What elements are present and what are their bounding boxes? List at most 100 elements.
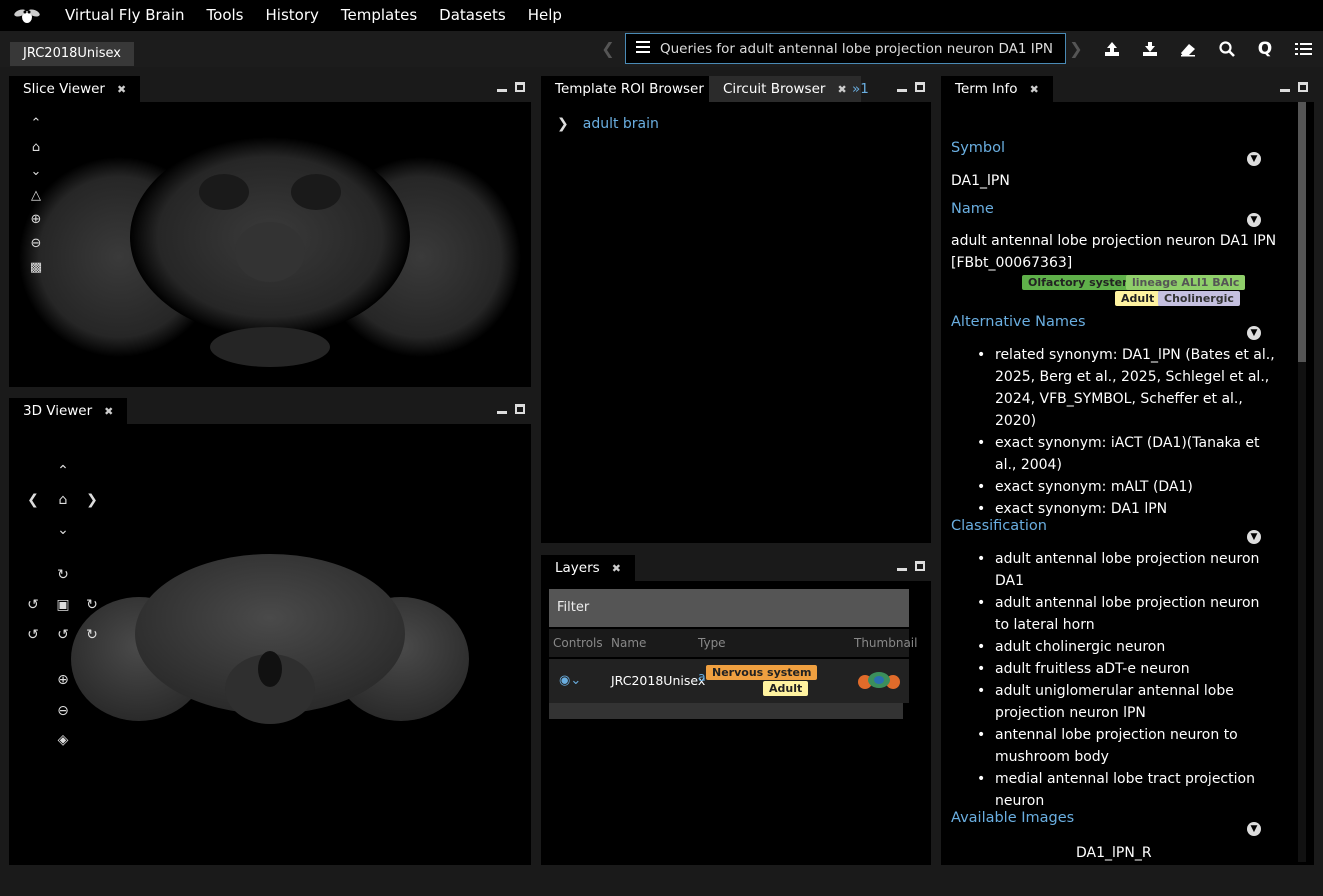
tree-item-adult-brain[interactable]: ❯ adult brain: [557, 116, 659, 132]
3d-canvas[interactable]: ⌃ ❮ ⌂ ❯ ⌄ ↻ ↺ ▣ ↻ ↺ ↺ ↻ ⊕ ⊖ ◈: [9, 424, 531, 865]
hamburger-icon: [636, 40, 650, 57]
list-item: exact synonym: DA1 lPN: [977, 498, 1277, 520]
chevron-right-icon[interactable]: ❯: [557, 116, 569, 132]
minimize-icon[interactable]: [897, 563, 907, 571]
list-item: related synonym: DA1_lPN (Bates et al., …: [977, 344, 1277, 432]
pan-down-icon[interactable]: ⌄: [53, 520, 73, 540]
maximize-icon[interactable]: [1298, 82, 1308, 92]
tab-slice-viewer[interactable]: Slice Viewer ✖: [9, 76, 141, 102]
close-icon[interactable]: ✖: [1030, 83, 1039, 96]
filter-input[interactable]: Filter: [549, 589, 909, 627]
close-icon[interactable]: ✖: [104, 405, 113, 418]
minimize-icon[interactable]: [497, 84, 507, 92]
badge-adult: Adult: [763, 681, 809, 696]
menu-help[interactable]: Help: [517, 0, 573, 31]
query-selector[interactable]: Queries for adult antennal lobe projecti…: [625, 33, 1066, 64]
home-icon[interactable]: ⌂: [27, 138, 45, 156]
rotate-ccw-icon[interactable]: ↺: [23, 625, 43, 645]
close-icon[interactable]: ✖: [117, 83, 126, 96]
query-icon[interactable]: Q: [1255, 39, 1275, 59]
list-item[interactable]: adult antennal lobe projection neuron DA…: [977, 548, 1267, 592]
history-back-icon[interactable]: ❮: [601, 40, 615, 58]
maximize-icon[interactable]: [915, 82, 925, 92]
minimize-icon[interactable]: [497, 406, 507, 414]
list-item[interactable]: adult uniglomerular antennal lobe projec…: [977, 680, 1267, 724]
tab-overflow[interactable]: »1: [838, 76, 883, 102]
thumbnail-image[interactable]: [857, 671, 901, 691]
tag-adult[interactable]: Adult: [1115, 291, 1161, 306]
visibility-toggle-icon[interactable]: ◉⌄: [559, 673, 581, 688]
alt-names-list: related synonym: DA1_lPN (Bates et al., …: [977, 344, 1277, 520]
menu-tools[interactable]: Tools: [196, 0, 255, 31]
eraser-icon[interactable]: [1178, 39, 1198, 59]
maximize-icon[interactable]: [915, 561, 925, 571]
menu-datasets[interactable]: Datasets: [428, 0, 517, 31]
vertical-scrollbar[interactable]: [1298, 102, 1306, 862]
tag-lineage[interactable]: lineage ALl1 BAlc: [1126, 275, 1246, 290]
list-item[interactable]: antennal lobe projection neuron to mushr…: [977, 724, 1267, 768]
pan-up-icon[interactable]: ⌃: [27, 114, 45, 132]
maximize-icon[interactable]: [515, 404, 525, 414]
chevron-down-icon[interactable]: ▼: [1247, 152, 1261, 166]
query-text: Queries for adult antennal lobe projecti…: [660, 40, 1054, 57]
rotate-left-icon[interactable]: ↺: [23, 595, 43, 615]
list-icon[interactable]: [1293, 39, 1313, 59]
tab-3d-viewer[interactable]: 3D Viewer ✖: [9, 398, 128, 424]
chevron-down-icon[interactable]: ▼: [1247, 530, 1261, 544]
zoom-in-icon[interactable]: ⊕: [53, 670, 73, 690]
list-item[interactable]: adult antennal lobe projection neuron to…: [977, 592, 1267, 636]
menu-templates[interactable]: Templates: [330, 0, 428, 31]
template-tab[interactable]: JRC2018Unisex: [10, 42, 134, 66]
tab-term-info[interactable]: Term Info ✖: [941, 76, 1053, 102]
pan-down-icon[interactable]: ⌄: [27, 162, 45, 180]
tag-cholinergic[interactable]: Cholinergic: [1158, 291, 1240, 306]
list-item: exact synonym: mALT (DA1): [977, 476, 1277, 498]
search-icon[interactable]: [1217, 39, 1237, 59]
badge-nervous-system: Nervous system: [706, 665, 818, 680]
history-forward-icon[interactable]: ❯: [1069, 40, 1083, 58]
toggle-slice-icon[interactable]: ▩: [27, 258, 45, 276]
image-name[interactable]: DA1_lPN_R: [1076, 842, 1152, 864]
list-item: exact synonym: iACT (DA1)(Tanaka et al.,…: [977, 432, 1277, 476]
zoom-out-icon[interactable]: ⊖: [53, 701, 73, 721]
list-item[interactable]: adult cholinergic neuron: [977, 636, 1267, 658]
chevron-down-icon[interactable]: ▼: [1247, 822, 1261, 836]
download-icon[interactable]: [1140, 39, 1160, 59]
zoom-out-icon[interactable]: ⊖: [27, 234, 45, 252]
list-item[interactable]: medial antennal lobe tract projection ne…: [977, 768, 1267, 812]
pan-up-icon[interactable]: ⌃: [53, 461, 73, 481]
tab-layers[interactable]: Layers ✖: [541, 555, 635, 581]
horizontal-scrollbar[interactable]: [549, 703, 903, 719]
minimize-icon[interactable]: [897, 84, 907, 92]
chevron-down-icon[interactable]: ▼: [1247, 326, 1261, 340]
section-classification[interactable]: Classification: [951, 518, 1047, 534]
zoom-in-icon[interactable]: ⊕: [27, 210, 45, 228]
rotate-right-icon[interactable]: ↻: [82, 595, 102, 615]
rotate-up-icon[interactable]: ↻: [53, 565, 73, 585]
table-row: ◉⌄ JRC2018Unisex a Nervous system Adult: [549, 659, 909, 703]
home-icon[interactable]: ⌂: [53, 490, 73, 510]
list-item[interactable]: adult fruitless aDT-e neuron: [977, 658, 1267, 680]
vfb-logo-icon[interactable]: [0, 0, 54, 31]
chevron-down-icon[interactable]: ▼: [1247, 213, 1261, 227]
tag-olfactory-system[interactable]: Olfactory system: [1022, 275, 1140, 290]
pan-left-icon[interactable]: ❮: [23, 490, 43, 510]
pan-right-icon[interactable]: ❯: [82, 490, 102, 510]
axes-icon[interactable]: △: [27, 186, 45, 204]
section-symbol[interactable]: Symbol: [951, 140, 1005, 156]
section-name[interactable]: Name: [951, 201, 994, 217]
globe-icon[interactable]: ◈: [53, 730, 73, 750]
close-icon[interactable]: ✖: [612, 562, 621, 575]
upload-icon[interactable]: [1102, 39, 1122, 59]
minimize-icon[interactable]: [1280, 84, 1290, 92]
rotate-down-icon[interactable]: ↺: [53, 625, 73, 645]
menu-vfb[interactable]: Virtual Fly Brain: [54, 0, 196, 31]
maximize-icon[interactable]: [515, 82, 525, 92]
section-alternative-names[interactable]: Alternative Names: [951, 314, 1086, 330]
camera-icon[interactable]: ▣: [53, 595, 73, 615]
rotate-cw-icon[interactable]: ↻: [82, 625, 102, 645]
term-info-content: Symbol ▼ DA1_lPN Name ▼ adult antennal l…: [941, 102, 1314, 865]
section-available-images[interactable]: Available Images: [951, 810, 1074, 826]
menu-history[interactable]: History: [255, 0, 330, 31]
slice-canvas[interactable]: ⌃ ⌂ ⌄ △ ⊕ ⊖ ▩: [9, 102, 531, 387]
